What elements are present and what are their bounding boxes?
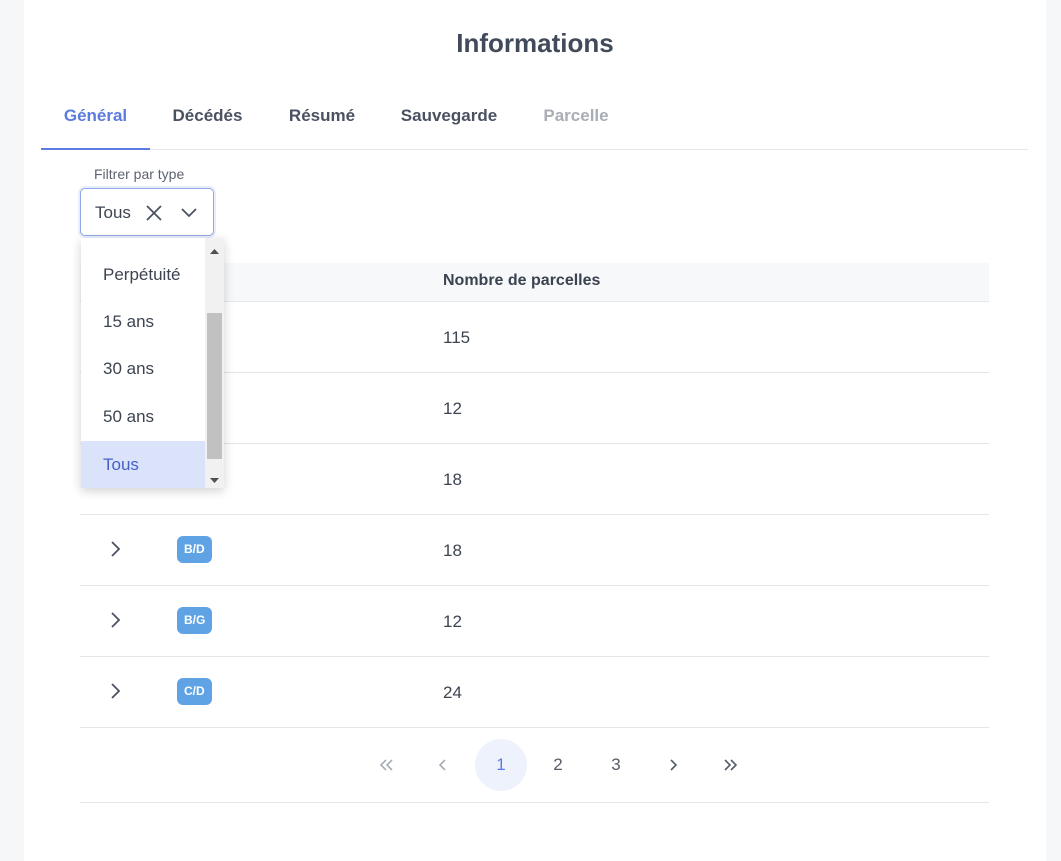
row-count: 18 [443,470,462,489]
first-page-button[interactable] [360,739,412,791]
tab-parcelle: Parcelle [543,106,609,125]
scrollbar-thumb[interactable] [207,313,222,459]
option-perpetuite[interactable]: Perpétuité [81,251,205,298]
table-row: C/D 24 [80,657,989,728]
page-2-button[interactable]: 2 [532,739,584,791]
row-badge: B/G [177,607,213,634]
prev-page-button[interactable] [417,739,469,791]
chevron-down-icon[interactable] [180,204,198,222]
next-page-button[interactable] [647,739,699,791]
tab-sauvegarde[interactable]: Sauvegarde [393,92,505,148]
clear-icon[interactable] [145,204,163,222]
tab-general[interactable]: Général [41,92,150,150]
row-count: 12 [443,612,462,631]
row-count: 12 [443,399,462,418]
table-row: B/D 18 [80,515,989,586]
option-50-ans[interactable]: 50 ans [81,393,205,440]
row-badge: B/D [177,536,212,563]
row-count: 24 [443,683,462,702]
option-30-ans[interactable]: 30 ans [81,345,205,392]
option-tous[interactable]: Tous [81,441,205,488]
select-value: Tous [95,203,131,222]
option-15-ans[interactable]: 15 ans [81,298,205,345]
page-3-button[interactable]: 3 [590,739,642,791]
chevron-right-icon[interactable] [106,610,126,630]
last-page-button[interactable] [705,739,757,791]
type-filter-select[interactable]: Tous [80,188,214,236]
filter-label: Filtrer par type [94,166,185,182]
tab-decedes[interactable]: Décédés [161,92,254,148]
pagination: 1 2 3 [80,728,989,803]
chevron-right-icon[interactable] [106,681,126,701]
page-title: Informations [456,28,614,58]
table-row: B/G 12 [80,586,989,657]
scroll-down-arrow-icon[interactable] [209,472,220,483]
scroll-up-arrow-icon[interactable] [209,244,220,254]
type-filter-dropdown: Perpétuité 15 ans 30 ans 50 ans Tous [81,238,224,488]
page-1-button[interactable]: 1 [475,739,527,791]
header-nombre-parcelles: Nombre de parcelles [443,272,601,289]
chevron-right-icon[interactable] [106,539,126,559]
row-count: 115 [443,328,471,347]
dropdown-scrollbar[interactable] [205,238,224,488]
row-badge: C/D [177,678,212,705]
tab-bar: Général Décédés Résumé Sauvegarde Parcel… [41,92,1028,150]
tab-resume[interactable]: Résumé [280,92,364,148]
row-count: 18 [443,541,462,560]
